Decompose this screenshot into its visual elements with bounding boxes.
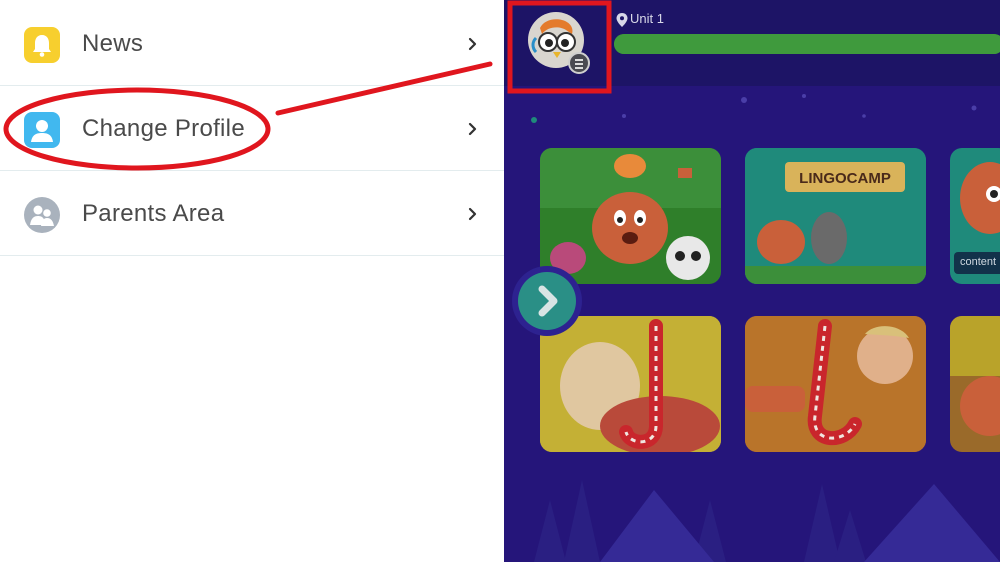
menu-item-parents-area[interactable]: Parents Area bbox=[0, 172, 504, 256]
star-decorations bbox=[531, 94, 977, 123]
unit-progress-bar bbox=[614, 34, 1000, 54]
arrow-right-icon bbox=[538, 285, 558, 317]
content-chip-label: content bbox=[960, 256, 997, 268]
menu-item-parents-area-label: Parents Area bbox=[82, 200, 225, 227]
profile-icon bbox=[24, 112, 60, 148]
lesson-card-4[interactable] bbox=[540, 316, 721, 452]
unit-label: Unit 1 bbox=[630, 11, 664, 26]
lesson-card-2[interactable]: LINGOCAMP bbox=[745, 148, 926, 284]
profile-avatar-button[interactable] bbox=[526, 8, 590, 74]
scouts-illustration bbox=[540, 148, 721, 280]
menu-item-change-profile-label: Change Profile bbox=[82, 115, 245, 142]
svg-text:LINGOCAMP: LINGOCAMP bbox=[799, 170, 891, 187]
menu-item-change-profile[interactable]: Change Profile bbox=[0, 87, 504, 171]
parents-icon bbox=[24, 197, 60, 233]
hamburger-menu-icon bbox=[568, 52, 590, 74]
lesson-card-1[interactable] bbox=[540, 148, 721, 284]
letter-j-tracing-illustration bbox=[540, 316, 721, 452]
lesson-card-6[interactable] bbox=[950, 316, 1000, 452]
bell-icon bbox=[24, 27, 60, 63]
chevron-right-icon bbox=[468, 207, 477, 221]
card-6-illustration bbox=[950, 316, 1000, 436]
chevron-right-icon bbox=[468, 37, 477, 51]
forest-background bbox=[534, 480, 1000, 562]
location-pin-icon bbox=[616, 13, 628, 27]
next-button[interactable] bbox=[512, 266, 582, 336]
lesson-card-5[interactable] bbox=[745, 316, 926, 452]
letter-l-tracing-illustration bbox=[745, 316, 926, 452]
content-chip: content bbox=[954, 252, 1000, 274]
menu-item-news[interactable]: News bbox=[0, 2, 504, 86]
app-background: Unit 1 LINGOCAMP content bbox=[504, 0, 1000, 562]
side-menu: News Change Profile Parents Area bbox=[0, 0, 504, 562]
lingocamp-illustration: LINGOCAMP bbox=[745, 148, 926, 284]
chevron-right-icon bbox=[468, 122, 477, 136]
unit-progress-fill bbox=[614, 34, 1000, 54]
menu-item-news-label: News bbox=[82, 30, 144, 57]
